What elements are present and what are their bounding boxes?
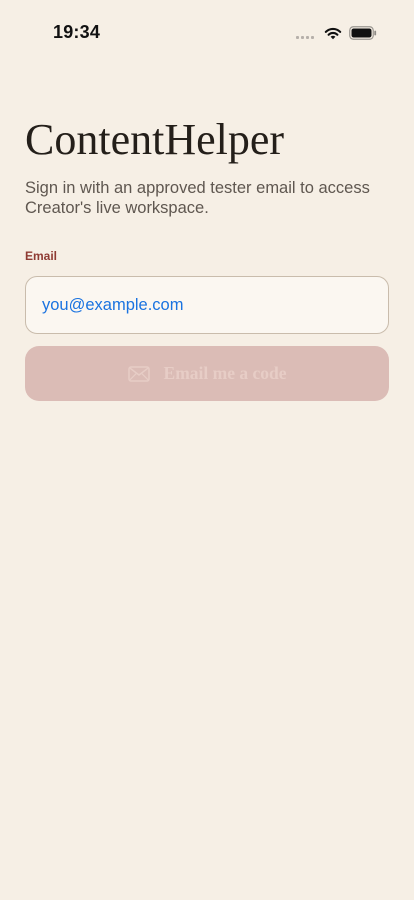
battery-icon	[349, 26, 377, 40]
wifi-icon	[324, 27, 342, 40]
submit-label: Email me a code	[163, 363, 287, 383]
mail-icon	[127, 365, 150, 382]
app-title: ContentHelper	[25, 115, 285, 164]
status-time: 19:34	[53, 22, 101, 42]
email-label: Email	[25, 249, 58, 263]
app-subtitle: Sign in with an approved tester email to…	[25, 179, 370, 217]
email-field[interactable]	[25, 276, 389, 334]
cellular-signal-icon	[296, 36, 314, 39]
status-bar: 19:34	[0, 0, 414, 54]
email-me-a-code-button[interactable]: Email me a code	[25, 346, 389, 401]
